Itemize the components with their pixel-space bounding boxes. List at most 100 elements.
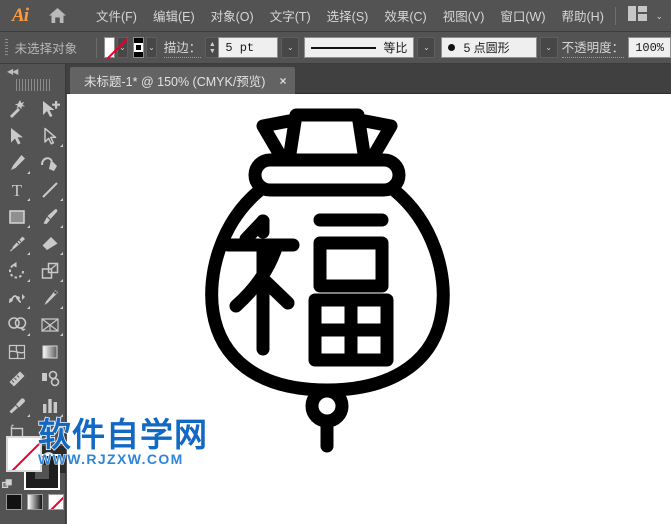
artboard-canvas[interactable]	[67, 94, 671, 524]
menu-item-select[interactable]: 选择(S)	[319, 2, 377, 29]
magic-wand-tool[interactable]	[0, 95, 33, 122]
selection-tool[interactable]	[0, 122, 33, 149]
selection-status-label: 未选择对象	[14, 42, 78, 56]
eraser-tool[interactable]	[33, 230, 66, 257]
brush-preview-icon	[447, 44, 455, 51]
stroke-profile-dropdown-button[interactable]: ⌄	[417, 37, 436, 58]
scale-tool[interactable]	[33, 257, 66, 284]
tool-flyout-indicator	[27, 198, 30, 201]
tool-flyout-indicator	[60, 414, 63, 417]
menu-item-file[interactable]: 文件(F)	[88, 2, 145, 29]
tool-flyout-indicator	[27, 306, 30, 309]
type-tool[interactable]: T	[0, 176, 33, 203]
measure-tool[interactable]	[0, 365, 33, 392]
svg-text:T: T	[11, 181, 22, 200]
curvature-tool[interactable]	[33, 149, 66, 176]
blend-tool[interactable]	[33, 365, 66, 392]
workspace-switcher-icon[interactable]	[628, 6, 648, 26]
mesh-tool[interactable]	[0, 338, 33, 365]
document-tab-title: 未标题-1* @ 150% (CMYK/预览)	[84, 75, 266, 89]
tools-panel: ◀◀ T	[0, 64, 66, 524]
menu-item-object[interactable]: 对象(O)	[203, 2, 262, 29]
blob-brush-tool[interactable]	[0, 230, 33, 257]
tool-flyout-indicator	[27, 225, 30, 228]
tool-grid: T	[0, 95, 66, 473]
eyedropper-tool[interactable]	[0, 392, 33, 419]
brush-definition-label: 5 点圆形	[463, 41, 510, 55]
chevron-down-icon: ⌄	[423, 42, 430, 52]
brush-definition-dropdown-button[interactable]: ⌄	[539, 37, 558, 58]
menu-bar-right: ⌄	[615, 0, 663, 32]
menu-divider	[615, 7, 617, 25]
tool-flyout-indicator	[60, 144, 63, 147]
gradient-swatch[interactable]	[27, 494, 43, 510]
tool-flyout-indicator	[27, 414, 30, 417]
tool-flyout-indicator	[27, 279, 30, 282]
home-icon[interactable]	[40, 0, 74, 32]
brush-definition-combo[interactable]: 5 点圆形	[440, 37, 537, 58]
tool-flyout-indicator	[27, 171, 30, 174]
line-segment-tool[interactable]	[33, 176, 66, 203]
menu-item-window[interactable]: 窗口(W)	[492, 2, 553, 29]
toolbar-grip[interactable]	[15, 79, 50, 91]
menu-item-type[interactable]: 文字(T)	[262, 2, 319, 29]
stroke-profile-preview-icon	[311, 46, 377, 49]
tool-flyout-indicator	[60, 306, 63, 309]
chevron-down-icon: ⌄	[286, 42, 294, 52]
tool-flyout-indicator	[27, 333, 30, 336]
direct-selection-tool[interactable]	[33, 122, 66, 149]
rectangle-tool[interactable]	[0, 203, 33, 230]
none-swatch[interactable]	[48, 494, 64, 510]
paintbrush-tool[interactable]	[33, 203, 66, 230]
add-anchor-point-tool[interactable]	[33, 95, 66, 122]
chevron-down-icon: ⌄	[148, 42, 155, 52]
fill-color-swatch[interactable]	[103, 37, 116, 58]
stroke-color-swatch[interactable]	[132, 37, 145, 58]
menu-items: 文件(F) 编辑(E) 对象(O) 文字(T) 选择(S) 效果(C) 视图(V…	[88, 2, 612, 29]
menu-item-help[interactable]: 帮助(H)	[554, 2, 612, 29]
tool-flyout-indicator	[27, 252, 30, 255]
tool-flyout-indicator	[60, 225, 63, 228]
stroke-dropdown-button[interactable]: ⌄	[146, 37, 157, 58]
tool-flyout-indicator	[60, 198, 63, 201]
stroke-profile-combo[interactable]: 等比	[304, 37, 415, 58]
app-logo: Ai	[12, 4, 29, 26]
free-transform-tool[interactable]	[33, 284, 66, 311]
gradient-tool[interactable]	[33, 338, 66, 365]
fill-indicator-swatch[interactable]	[6, 436, 42, 472]
stroke-weight-label[interactable]: 描边：	[163, 37, 202, 58]
stroke-weight-dropdown-button[interactable]: ⌄	[281, 37, 300, 58]
menu-bar: Ai 文件(F) 编辑(E) 对象(O) 文字(T) 选择(S) 效果(C) 视…	[0, 0, 671, 32]
illustrator-window: Ai 文件(F) 编辑(E) 对象(O) 文字(T) 选择(S) 效果(C) 视…	[0, 0, 671, 524]
control-divider	[96, 37, 97, 58]
stroke-weight-stepper[interactable]: ▲ ▼	[205, 37, 219, 58]
stroke-weight-input[interactable]: 5 pt	[218, 37, 279, 58]
chevron-down-icon: ⌄	[545, 42, 552, 52]
opacity-label[interactable]: 不透明度：	[561, 37, 625, 58]
shape-builder-tool[interactable]	[0, 311, 33, 338]
tool-flyout-indicator	[60, 333, 63, 336]
fill-stroke-indicator	[2, 436, 62, 490]
swap-fill-stroke-icon[interactable]	[2, 478, 14, 490]
workspace-chevron-down-icon[interactable]: ⌄	[655, 11, 663, 22]
color-swatch[interactable]	[6, 494, 22, 510]
pen-tool[interactable]	[0, 149, 33, 176]
menu-item-effect[interactable]: 效果(C)	[376, 2, 434, 29]
width-tool[interactable]	[0, 284, 33, 311]
control-bar-grip[interactable]	[5, 38, 8, 57]
menu-item-view[interactable]: 视图(V)	[435, 2, 493, 29]
stroke-profile-label: 等比	[383, 41, 408, 55]
document-tab[interactable]: 未标题-1* @ 150% (CMYK/预览) ×	[70, 67, 295, 94]
tool-flyout-indicator	[60, 252, 63, 255]
column-graph-tool[interactable]	[33, 392, 66, 419]
close-icon[interactable]: ×	[279, 74, 286, 88]
tool-flyout-indicator	[60, 279, 63, 282]
toolbar-collapse-icon[interactable]: ◀◀	[0, 64, 65, 78]
menu-item-edit[interactable]: 编辑(E)	[145, 2, 203, 29]
document-tab-bar: 未标题-1* @ 150% (CMYK/预览) ×	[0, 64, 671, 94]
fortune-lucky-bag-illustration[interactable]	[197, 104, 457, 469]
rotate-tool[interactable]	[0, 257, 33, 284]
opacity-input[interactable]: 100%	[628, 37, 671, 58]
perspective-grid-tool[interactable]	[33, 311, 66, 338]
control-bar: 未选择对象 ⌄ ⌄ 描边： ▲ ▼ 5 pt ⌄ 等比 ⌄ 5 点圆形 ⌄ 不透…	[0, 32, 671, 64]
